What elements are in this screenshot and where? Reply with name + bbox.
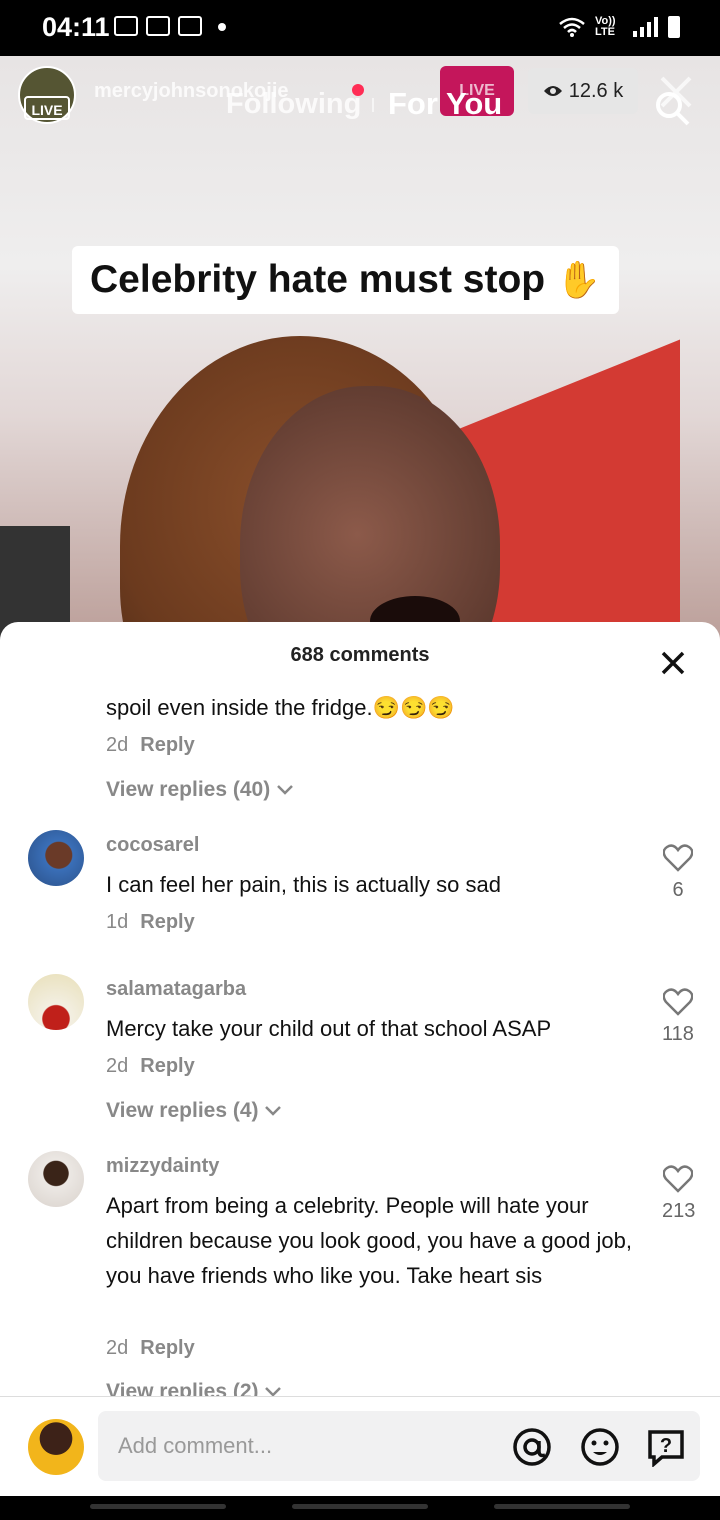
reply-button[interactable]: Reply [140,1055,194,1077]
comment-time: 2d [106,1055,129,1077]
live-video[interactable] [0,56,720,656]
comment-text: Apart from being a celebrity. People wil… [106,1193,632,1288]
comments-sheet: 688 comments spoil even inside the fridg… [0,622,720,1496]
heart-icon [662,844,694,872]
image-notification-icon [178,16,202,36]
comment-meta: 2d Reply [106,1337,195,1360]
comment-meta: 2d Reply [106,734,195,757]
tab-separator [372,98,374,112]
comment-input-placeholder: Add comment... [118,1433,273,1458]
like-count: 118 [662,1023,694,1045]
chevron-down-icon [265,1106,282,1116]
chevron-down-icon [277,785,293,795]
avatar[interactable] [28,830,84,886]
reply-button[interactable]: Reply [140,1337,194,1359]
system-status-icons: Vo)) LTE [559,16,680,38]
status-bar: 04:11 Vo)) LTE [0,0,720,56]
my-avatar[interactable] [28,1419,84,1475]
viewer-count[interactable]: 12.6 k [528,68,638,114]
eye-icon [543,86,562,96]
chat-notification-icon [114,16,138,36]
live-tag: LIVE [24,96,70,120]
comment-username[interactable]: cocosarel [106,834,199,857]
comment-text: spoil even inside the fridge.😏😏😏 [106,695,455,720]
lte-label: Vo)) LTE [595,15,616,38]
question-icon[interactable]: ? [646,1427,686,1467]
like-count: 6 [672,879,684,901]
reply-button[interactable]: Reply [140,911,194,933]
home-handle[interactable] [292,1504,428,1509]
heart-icon [662,1165,694,1193]
like-count: 213 [662,1200,696,1222]
avatar[interactable] [28,1151,84,1207]
mention-icon[interactable] [512,1427,552,1467]
comment-username[interactable]: salamatagarba [106,978,246,1001]
view-replies-label: View replies (40) [106,778,271,801]
back-handle[interactable] [494,1504,630,1509]
view-replies-button[interactable]: View replies (4) [106,1099,282,1123]
close-icon[interactable] [660,650,686,676]
search-icon[interactable] [652,88,692,128]
caption-text: Celebrity hate must stop [90,258,546,301]
heart-icon [662,988,694,1016]
tab-for-you[interactable]: For You [388,86,502,122]
comment-time: 2d [106,734,129,756]
notification-icons [114,16,226,36]
comment-text: I can feel her pain, this is actually so… [106,872,501,897]
comment-time: 1d [106,911,129,933]
comment-time: 2d [106,1337,129,1359]
like-button[interactable]: 6 [662,844,694,902]
like-button[interactable]: 118 [662,988,694,1046]
comment-input[interactable]: Add comment... ? [98,1411,700,1481]
more-notifications-dot-icon [218,23,226,31]
view-replies-label: View replies (4) [106,1099,259,1122]
status-time: 04:11 [42,12,110,42]
svg-text:?: ? [660,1435,672,1457]
chat-notification-icon [146,16,170,36]
view-replies-button[interactable]: View replies (40) [106,778,294,802]
viewer-count-label: 12.6 k [568,79,624,102]
raised-hand-emoji: ✋ [555,259,601,300]
comment-text: Mercy take your child out of that school… [106,1016,552,1041]
comments-count-title: 688 comments [290,644,430,666]
comment-composer: Add comment... ? [0,1396,720,1497]
reply-button[interactable]: Reply [140,734,194,756]
comment-meta: 2d Reply [106,1055,195,1078]
wifi-icon [559,17,585,37]
new-content-dot [352,84,364,96]
emoji-icon[interactable] [580,1427,620,1467]
comment-meta: 1d Reply [106,911,195,934]
system-nav-bar [0,1496,720,1520]
tab-following[interactable]: Following [226,88,361,121]
comment-username[interactable]: mizzydainty [106,1155,219,1178]
avatar[interactable] [28,974,84,1030]
recents-handle[interactable] [90,1504,226,1509]
video-caption: Celebrity hate must stop ✋ [72,246,619,314]
like-button[interactable]: 213 [662,1165,696,1223]
battery-icon [668,16,680,38]
signal-icon [633,17,658,37]
